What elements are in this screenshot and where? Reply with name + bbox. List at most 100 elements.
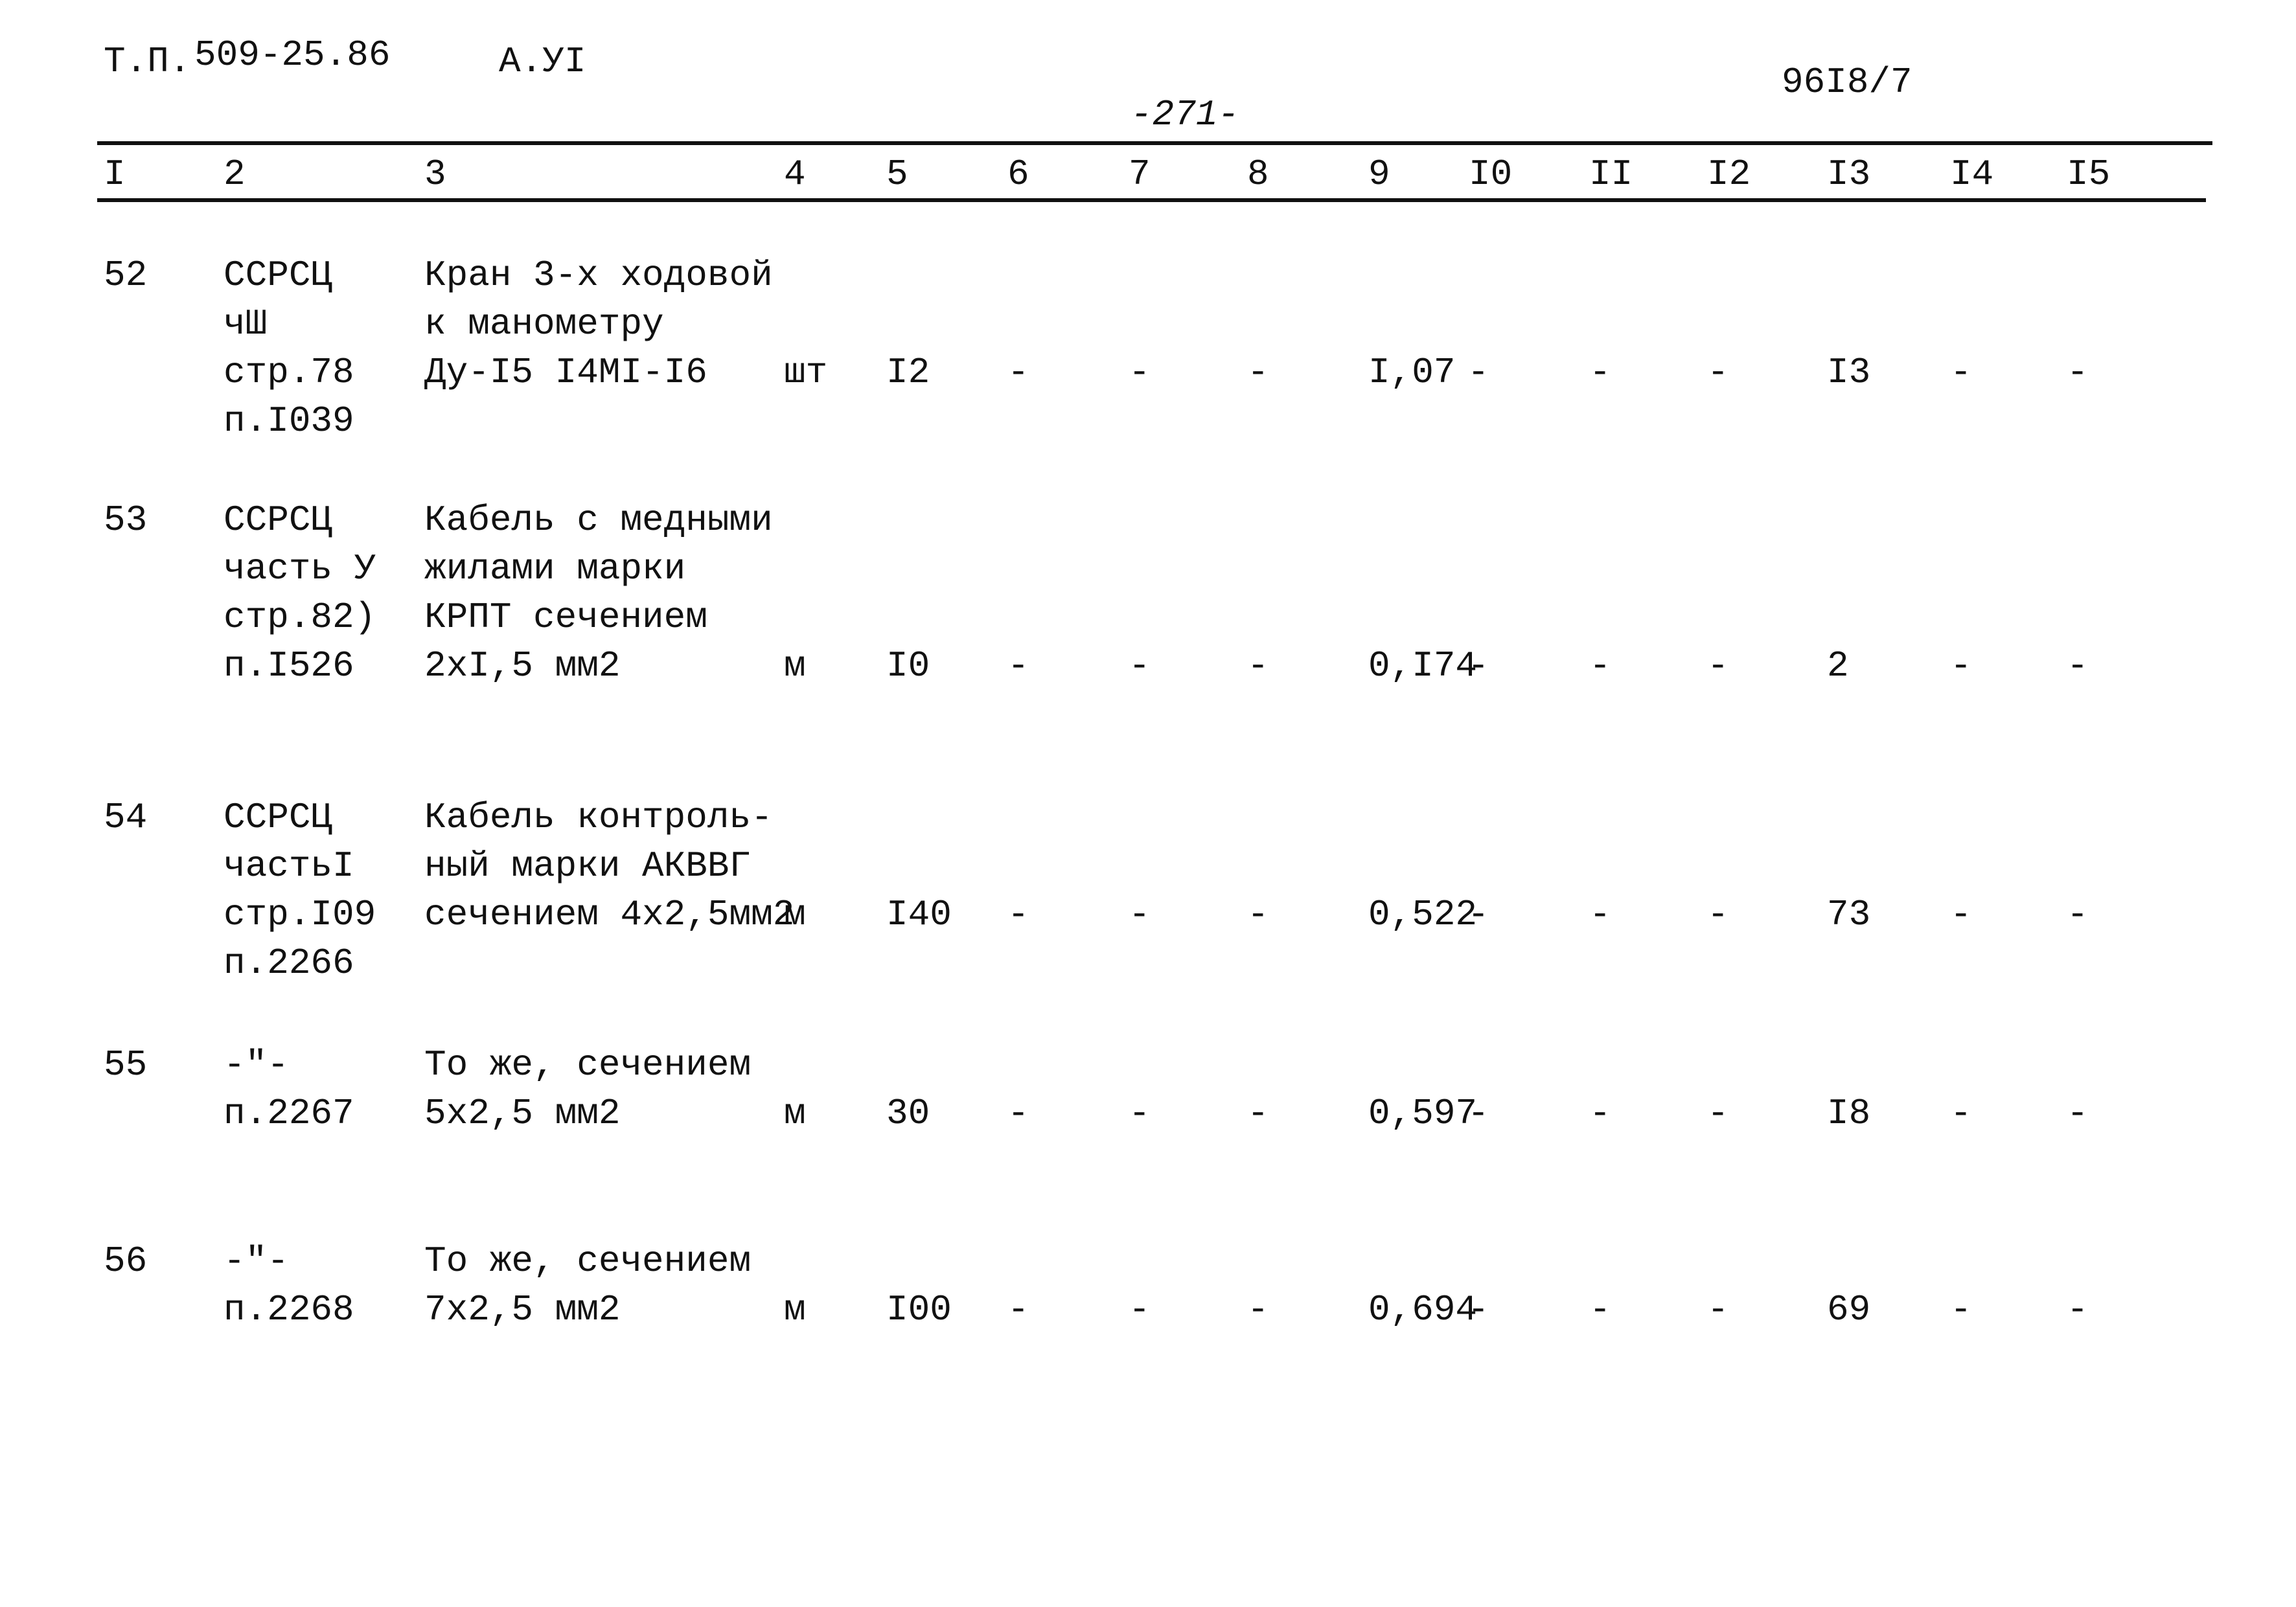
cell-col-11: - xyxy=(1589,1289,1611,1330)
cell-col-7: - xyxy=(1129,894,1151,935)
cell-col-10: - xyxy=(1467,894,1489,935)
cell-col-15: - xyxy=(2067,1093,2089,1134)
column-header-1: I xyxy=(104,154,126,195)
cell-col-8: - xyxy=(1247,645,1269,687)
source-line: стр.78 xyxy=(224,352,354,393)
cell-col-14: - xyxy=(1950,352,1972,393)
header-bottom-rule xyxy=(97,198,2206,202)
cell-col-11: - xyxy=(1589,645,1611,687)
source-line: п.I039 xyxy=(224,400,354,442)
page-number: -271- xyxy=(1131,94,1240,135)
cell-col-9: 0,694 xyxy=(1368,1289,1478,1330)
cell-col-12: - xyxy=(1707,1093,1729,1134)
cell-col-14: - xyxy=(1950,894,1972,935)
column-header-7: 7 xyxy=(1129,154,1151,195)
name-line: 2хI,5 мм2 xyxy=(424,645,621,687)
cell-col-14: - xyxy=(1950,1289,1972,1330)
cell-col-13: I3 xyxy=(1827,352,1871,393)
name-line: Ду-I5 I4МI-I6 xyxy=(424,352,707,393)
cell-col-10: - xyxy=(1467,645,1489,687)
unit: м xyxy=(784,645,806,687)
name-line: Кабель контроль- xyxy=(424,797,773,838)
cell-col-8: - xyxy=(1247,1289,1269,1330)
cell-col-5: 30 xyxy=(886,1093,930,1134)
cell-col-15: - xyxy=(2067,352,2089,393)
cell-col-10: - xyxy=(1467,1289,1489,1330)
column-header-6: 6 xyxy=(1007,154,1029,195)
cell-col-14: - xyxy=(1950,645,1972,687)
cell-col-9: 0,522 xyxy=(1368,894,1478,935)
cell-col-11: - xyxy=(1589,1093,1611,1134)
cell-col-9: 0,I74 xyxy=(1368,645,1478,687)
cell-col-6: - xyxy=(1007,1093,1029,1134)
column-header-12: I2 xyxy=(1707,154,1751,195)
cell-col-13: 73 xyxy=(1827,894,1871,935)
cell-col-6: - xyxy=(1007,645,1029,687)
cell-col-7: - xyxy=(1129,1289,1151,1330)
source-line: стр.I09 xyxy=(224,894,376,935)
cell-col-8: - xyxy=(1247,1093,1269,1134)
source-line: -"- xyxy=(224,1240,289,1282)
name-line: То же, сечением xyxy=(424,1044,752,1086)
cell-col-9: I,07 xyxy=(1368,352,1456,393)
cell-col-6: - xyxy=(1007,894,1029,935)
cell-col-15: - xyxy=(2067,645,2089,687)
column-header-9: 9 xyxy=(1368,154,1390,195)
cell-col-11: - xyxy=(1589,894,1611,935)
source-line: п.2268 xyxy=(224,1289,354,1330)
cell-col-7: - xyxy=(1129,645,1151,687)
cell-col-10: - xyxy=(1467,1093,1489,1134)
cell-col-15: - xyxy=(2067,894,2089,935)
cell-col-5: I0 xyxy=(886,645,930,687)
column-header-4: 4 xyxy=(784,154,806,195)
cell-col-6: - xyxy=(1007,352,1029,393)
column-header-5: 5 xyxy=(886,154,908,195)
source-line: чШ xyxy=(224,303,268,345)
name-line: 7х2,5 мм2 xyxy=(424,1289,621,1330)
source-line: частьI xyxy=(224,845,354,887)
name-line: ный марки АКВВГ xyxy=(424,845,752,887)
source-line: п.2267 xyxy=(224,1093,354,1134)
cell-col-7: - xyxy=(1129,352,1151,393)
source-line: стр.82) xyxy=(224,597,376,638)
cell-col-8: - xyxy=(1247,894,1269,935)
cell-col-8: - xyxy=(1247,352,1269,393)
name-line: жилами марки xyxy=(424,548,686,589)
source-line: п.I526 xyxy=(224,645,354,687)
column-header-2: 2 xyxy=(224,154,246,195)
source-line: ССРСЦ xyxy=(224,255,333,296)
album-label: А.УI xyxy=(499,41,586,82)
cell-col-13: I8 xyxy=(1827,1093,1871,1134)
source-line: часть У xyxy=(224,548,376,589)
source-line: ССРСЦ xyxy=(224,499,333,541)
name-line: То же, сечением xyxy=(424,1240,752,1282)
sheet-ref: 96I8/7 xyxy=(1782,62,1912,103)
cell-col-12: - xyxy=(1707,1289,1729,1330)
row-number: 52 xyxy=(104,255,148,296)
unit: м xyxy=(784,894,806,935)
cell-col-12: - xyxy=(1707,894,1729,935)
unit: м xyxy=(784,1093,806,1134)
source-line: -"- xyxy=(224,1044,289,1086)
cell-col-15: - xyxy=(2067,1289,2089,1330)
cell-col-7: - xyxy=(1129,1093,1151,1134)
name-line: 5х2,5 мм2 xyxy=(424,1093,621,1134)
name-line: к манометру xyxy=(424,303,664,345)
cell-col-13: 69 xyxy=(1827,1289,1871,1330)
cell-col-14: - xyxy=(1950,1093,1972,1134)
cell-col-10: - xyxy=(1467,352,1489,393)
column-header-10: I0 xyxy=(1469,154,1513,195)
cell-col-11: - xyxy=(1589,352,1611,393)
row-number: 54 xyxy=(104,797,148,838)
column-header-3: 3 xyxy=(424,154,446,195)
row-number: 55 xyxy=(104,1044,148,1086)
cell-col-12: - xyxy=(1707,352,1729,393)
cell-col-12: - xyxy=(1707,645,1729,687)
cell-col-5: I00 xyxy=(886,1289,952,1330)
name-line: Кабель с медными xyxy=(424,499,773,541)
cell-col-6: - xyxy=(1007,1289,1029,1330)
row-number: 56 xyxy=(104,1240,148,1282)
cell-col-5: I40 xyxy=(886,894,952,935)
row-number: 53 xyxy=(104,499,148,541)
header-top-rule xyxy=(97,141,2212,145)
